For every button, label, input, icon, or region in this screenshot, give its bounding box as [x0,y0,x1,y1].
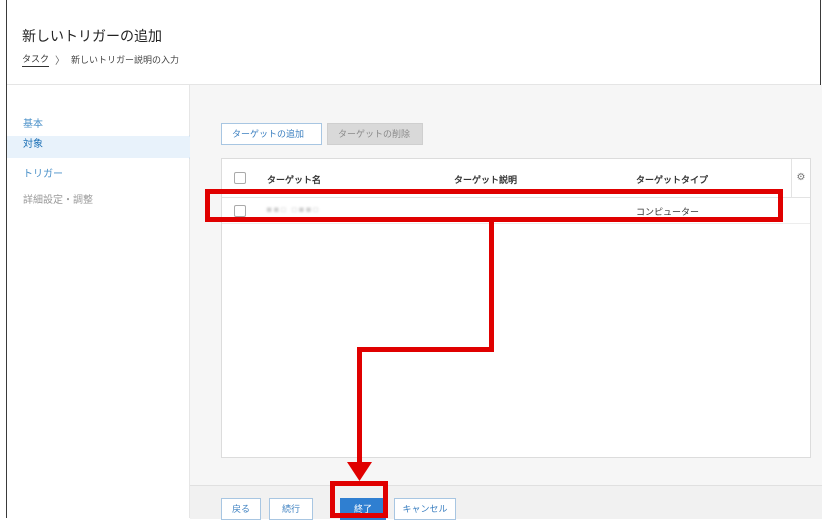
breadcrumb-current: 新しいトリガー説明の入力 [71,56,180,66]
delete-target-button: ターゲットの削除 [327,123,423,145]
dialog-frame: 新しいトリガーの追加 タスク 〉 新しいトリガー説明の入力 基本 対象 トリガー… [6,0,822,520]
gear-icon[interactable]: ⚙ [791,159,810,197]
sidebar-item-trigger[interactable]: トリガー [23,165,63,180]
add-target-button[interactable]: ターゲットの追加 [221,123,322,145]
cancel-button[interactable]: キャンセル [394,498,456,520]
column-target-type[interactable]: ターゲットタイプ [636,173,708,186]
select-all-checkbox[interactable] [234,172,246,184]
annotation-arrow-segment [489,222,494,352]
sidebar-item-target[interactable]: 対象 [23,135,43,150]
annotation-finish-highlight [330,481,388,518]
annotation-arrow-segment [357,347,362,465]
back-button[interactable]: 戻る [221,498,261,520]
sidebar-item-basic[interactable]: 基本 [23,115,43,130]
column-target-description[interactable]: ターゲット説明 [454,173,517,186]
breadcrumb: タスク 〉 新しいトリガー説明の入力 [22,52,179,67]
dialog-footer: 戻る 続行 終了 キャンセル [190,485,822,520]
annotation-arrow-segment [357,347,494,352]
main-panel: ターゲットの追加 ターゲットの削除 ターゲット名 ターゲット説明 ターゲットタイ… [190,85,822,485]
wizard-sidebar: 基本 対象 トリガー 詳細設定・調整 [7,85,202,518]
chevron-right-icon: 〉 [55,56,66,67]
page-title: 新しいトリガーの追加 [22,29,162,45]
column-target-name[interactable]: ターゲット名 [267,173,321,186]
breadcrumb-task-link[interactable]: タスク [22,52,50,67]
arrow-down-icon [347,462,372,481]
annotation-row-highlight [205,189,783,222]
dialog-header: 新しいトリガーの追加 タスク 〉 新しいトリガー説明の入力 [7,0,820,85]
continue-button[interactable]: 続行 [269,498,313,520]
sidebar-item-advanced: 詳細設定・調整 [23,195,93,206]
